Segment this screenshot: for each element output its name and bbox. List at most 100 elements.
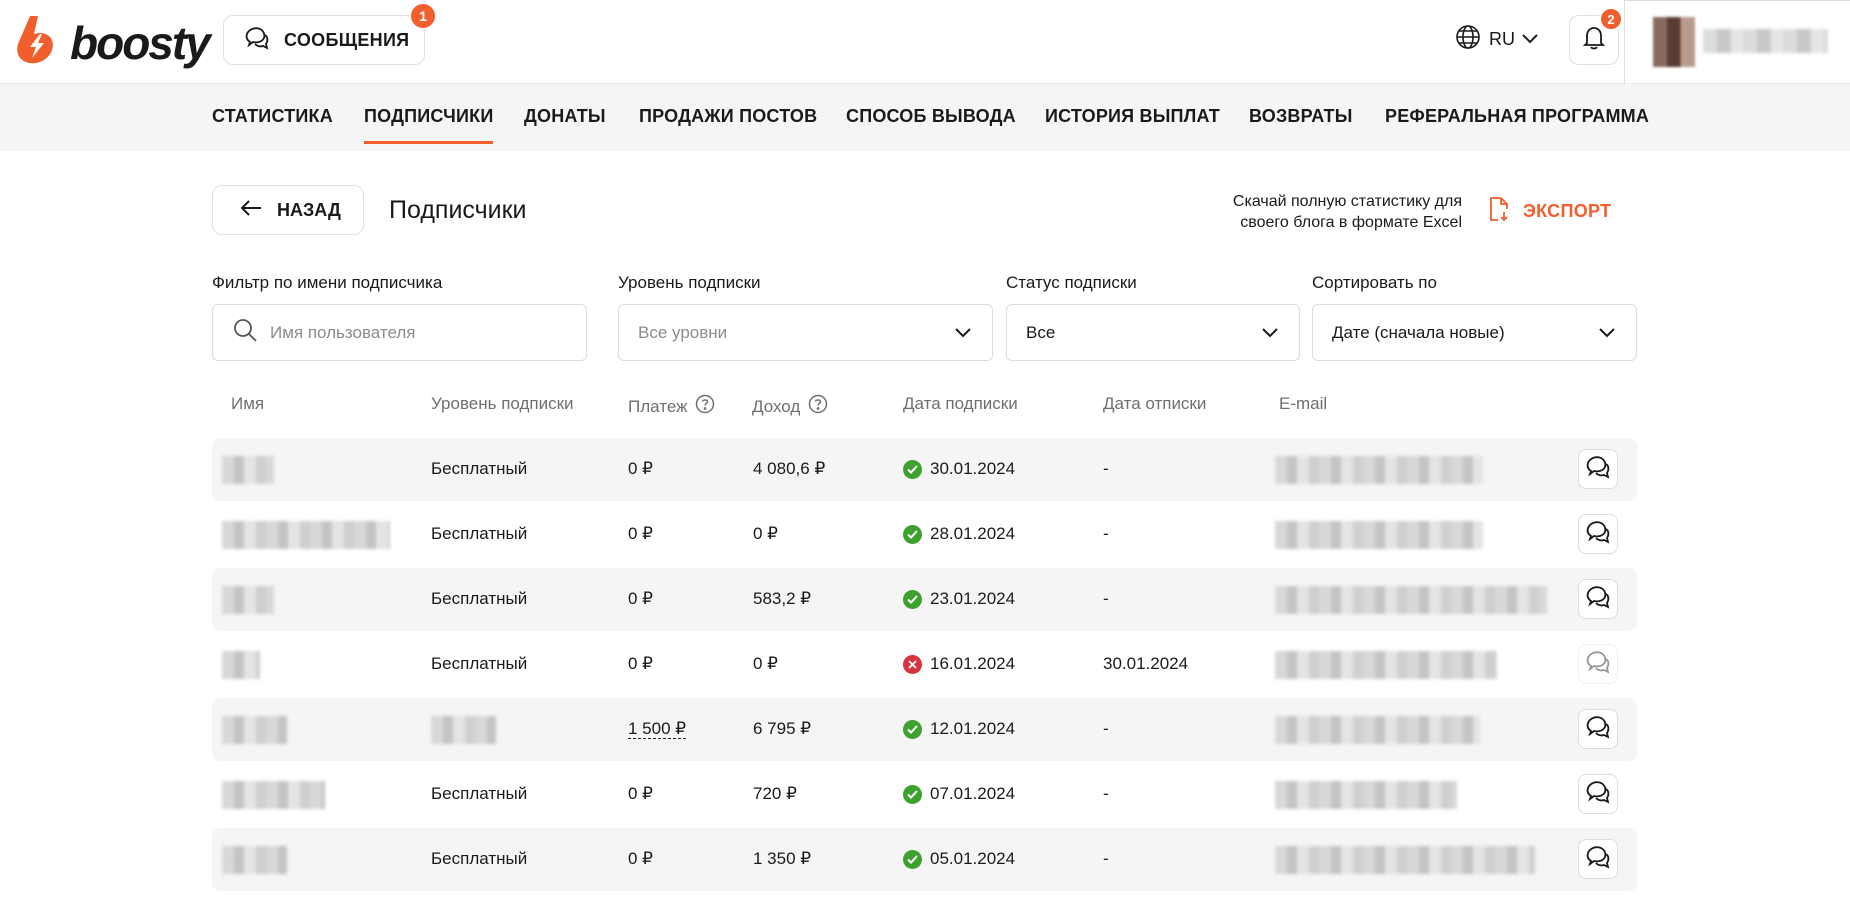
row-name-redacted <box>222 781 325 809</box>
export-label: ЭКСПОРТ <box>1523 201 1612 221</box>
search-input[interactable] <box>270 322 570 343</box>
row-unsub-date: 30.01.2024 <box>1103 654 1189 673</box>
row-unsub-date: - <box>1103 589 1109 608</box>
row-income: 6 795 ₽ <box>753 719 812 738</box>
level-filter-label: Уровень подписки <box>618 273 761 292</box>
row-name-redacted <box>222 846 287 874</box>
check-circle-icon <box>903 719 922 739</box>
section-nav: СТАТИСТИКА ПОДПИСЧИКИ ДОНАТЫ ПРОДАЖИ ПОС… <box>0 84 1850 151</box>
row-level: Бесплатный <box>431 784 528 803</box>
chat-icon <box>1585 454 1611 485</box>
check-circle-icon <box>903 849 922 869</box>
row-name-redacted <box>222 586 274 614</box>
row-payment: 0 ₽ <box>628 654 653 673</box>
profile-menu[interactable] <box>1624 0 1850 84</box>
table-row: Бесплатный 0 ₽ 4 080,6 ₽ 30.01.2024 - <box>212 438 1637 501</box>
send-message-button[interactable] <box>1578 709 1618 749</box>
row-name-redacted <box>222 716 287 744</box>
logo-text: boosty <box>70 16 211 69</box>
status-select[interactable]: Все <box>1006 304 1300 361</box>
back-button[interactable]: НАЗАД <box>212 185 364 235</box>
chat-icon <box>1585 584 1611 615</box>
row-level: Бесплатный <box>431 589 528 608</box>
row-income: 720 ₽ <box>753 784 797 803</box>
level-select[interactable]: Все уровни <box>618 304 993 361</box>
table-row: Бесплатный 0 ₽ 1 350 ₽ 05.01.2024 - <box>212 828 1637 891</box>
check-circle-icon <box>903 524 922 544</box>
tab-referral-program[interactable]: РЕФЕРАЛЬНАЯ ПРОГРАММА <box>1385 106 1649 127</box>
row-level: Бесплатный <box>431 459 528 478</box>
column-header-sub-date: Дата подписки <box>903 394 1018 413</box>
level-select-value: Все уровни <box>638 322 728 342</box>
status-select-value: Все <box>1026 322 1056 342</box>
language-selector[interactable]: RU <box>1455 24 1539 55</box>
avatar <box>1653 17 1695 67</box>
help-circle-icon[interactable] <box>808 394 828 419</box>
chat-icon <box>1585 649 1611 680</box>
help-circle-icon[interactable] <box>695 394 715 419</box>
row-level-redacted <box>431 716 496 744</box>
table-row: Бесплатный 0 ₽ 0 ₽ 16.01.2024 30.01.2024 <box>212 633 1637 696</box>
send-message-button[interactable] <box>1578 839 1618 879</box>
row-income: 4 080,6 ₽ <box>753 459 826 478</box>
chevron-down-icon <box>1261 324 1279 344</box>
export-hint: Скачай полную статистику для своего блог… <box>1232 193 1462 231</box>
table-row: Бесплатный 0 ₽ 0 ₽ 28.01.2024 - <box>212 503 1637 566</box>
search-icon <box>232 317 258 348</box>
send-message-button[interactable] <box>1578 579 1618 619</box>
row-email-redacted <box>1275 781 1457 809</box>
send-message-button[interactable] <box>1578 449 1618 489</box>
check-circle-icon <box>903 589 922 609</box>
send-message-button[interactable] <box>1578 774 1618 814</box>
messages-button[interactable]: СООБЩЕНИЯ <box>223 15 425 65</box>
tab-statistics[interactable]: СТАТИСТИКА <box>212 106 333 127</box>
sort-select[interactable]: Дате (сначала новые) <box>1312 304 1637 361</box>
tab-subscribers[interactable]: ПОДПИСЧИКИ <box>364 106 494 144</box>
send-message-button[interactable] <box>1578 514 1618 554</box>
chat-icon <box>1585 779 1611 810</box>
row-payment: 0 ₽ <box>628 589 653 608</box>
arrow-left-icon <box>239 199 263 222</box>
table-row: Бесплатный 0 ₽ 583,2 ₽ 23.01.2024 - <box>212 568 1637 631</box>
tab-payout-history[interactable]: ИСТОРИЯ ВЫПЛАТ <box>1045 106 1220 127</box>
row-sub-date: 23.01.2024 <box>903 589 1015 609</box>
bolt-logo-icon <box>16 14 58 71</box>
row-level: Бесплатный <box>431 849 528 868</box>
chevron-down-icon <box>1598 324 1616 344</box>
row-sub-date: 05.01.2024 <box>903 849 1015 869</box>
row-sub-date: 12.01.2024 <box>903 719 1015 739</box>
row-income: 583,2 ₽ <box>753 589 812 608</box>
chevron-down-icon <box>954 324 972 344</box>
row-email-redacted <box>1275 586 1547 614</box>
chat-icon <box>1585 519 1611 550</box>
row-payment: 0 ₽ <box>628 849 653 868</box>
table-row: Бесплатный 0 ₽ 720 ₽ 07.01.2024 - <box>212 763 1637 826</box>
row-email-redacted <box>1275 716 1480 744</box>
file-export-icon <box>1487 196 1511 227</box>
row-email-redacted <box>1275 521 1483 549</box>
row-unsub-date: - <box>1103 849 1109 868</box>
row-sub-date: 28.01.2024 <box>903 524 1015 544</box>
row-payment: 0 ₽ <box>628 524 653 543</box>
cross-circle-icon <box>903 654 922 674</box>
row-email-redacted <box>1275 456 1483 484</box>
boosty-logo[interactable]: boosty <box>16 14 211 71</box>
tab-donations[interactable]: ДОНАТЫ <box>524 106 606 127</box>
bell-icon <box>1582 25 1606 56</box>
messages-count-badge: 1 <box>409 2 437 30</box>
row-sub-date: 07.01.2024 <box>903 784 1015 804</box>
row-payment: 0 ₽ <box>628 784 653 803</box>
row-income: 0 ₽ <box>753 524 778 543</box>
tab-post-sales[interactable]: ПРОДАЖИ ПОСТОВ <box>639 106 817 127</box>
row-payment: 1 500 ₽ <box>628 719 687 739</box>
language-code: RU <box>1489 29 1515 49</box>
row-income: 0 ₽ <box>753 654 778 673</box>
tab-refunds[interactable]: ВОЗВРАТЫ <box>1249 106 1353 127</box>
tab-payout-method[interactable]: СПОСОБ ВЫВОДА <box>846 106 1016 127</box>
send-message-button[interactable] <box>1578 644 1618 684</box>
notifications-count-badge: 2 <box>1599 7 1623 31</box>
export-button[interactable]: ЭКСПОРТ <box>1487 196 1611 227</box>
check-circle-icon <box>903 459 922 479</box>
chat-icon <box>1585 844 1611 875</box>
name-filter-label: Фильтр по имени подписчика <box>212 273 443 292</box>
